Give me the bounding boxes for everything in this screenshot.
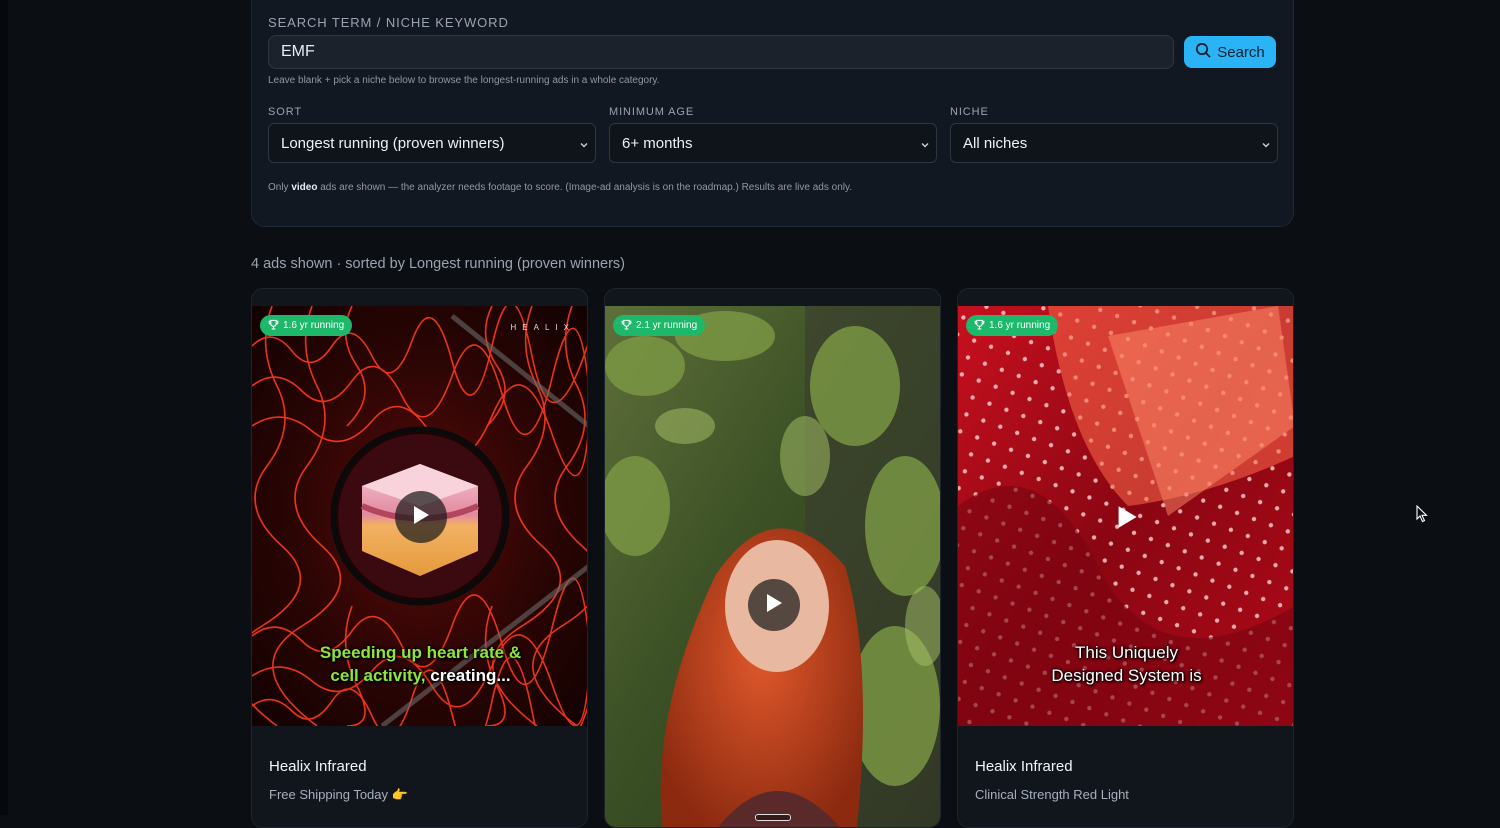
caption-line-2: Designed System is	[1051, 666, 1202, 685]
chevron-down-icon	[579, 137, 589, 154]
running-duration-badge: 2.1 yr running	[613, 315, 706, 336]
caption-line-2-highlight: cell activity,	[330, 666, 426, 685]
niche-label: NICHE	[950, 106, 989, 118]
search-hint: Leave blank + pick a niche below to brow…	[268, 75, 660, 86]
badge-label: 1.6 yr running	[989, 320, 1051, 331]
search-button[interactable]: Search	[1184, 36, 1276, 68]
caption-line-1: Speeding up heart rate &	[319, 643, 522, 662]
video-caption: Speeding up heart rate & cell activity, …	[252, 641, 587, 687]
caption-line-1: This Uniquely	[1075, 643, 1178, 662]
search-button-label: Search	[1217, 43, 1265, 61]
niche-select[interactable]: All niches	[950, 123, 1278, 163]
running-duration-badge: 1.6 yr running	[966, 315, 1059, 336]
video-frame-art	[605, 306, 940, 827]
sort-select-value: Longest running (proven winners)	[281, 134, 505, 152]
ad-video-thumbnail[interactable]: 1.6 yr running This Uniquely Designed Sy…	[958, 306, 1293, 726]
ad-card[interactable]: 1.6 yr running HEALIX Speeding up heart …	[251, 288, 588, 828]
ad-video-thumbnail[interactable]: 1.6 yr running HEALIX Speeding up heart …	[252, 306, 587, 726]
mouse-cursor-icon	[1416, 504, 1428, 528]
sort-label: SORT	[268, 106, 302, 118]
play-button[interactable]	[395, 491, 447, 543]
play-icon	[765, 593, 783, 618]
search-label: SEARCH TERM / NICHE KEYWORD	[268, 15, 509, 30]
ad-headline: Free Shipping Today 👉	[269, 787, 408, 802]
results-summary: 4 ads shown · sorted by Longest running …	[251, 256, 625, 272]
sort-select[interactable]: Longest running (proven winners)	[268, 123, 596, 163]
note-suffix: ads are shown — the analyzer needs foota…	[317, 182, 853, 193]
video-only-note: Only video ads are shown — the analyzer …	[268, 182, 852, 193]
chevron-down-icon	[1261, 137, 1271, 154]
ad-video-thumbnail[interactable]: 2.1 yr running	[605, 306, 940, 827]
window-edge	[0, 0, 8, 815]
trophy-icon	[621, 319, 632, 333]
min-age-label: MINIMUM AGE	[609, 106, 695, 118]
note-prefix: Only	[268, 182, 292, 193]
badge-label: 1.6 yr running	[283, 320, 345, 331]
running-duration-badge: 1.6 yr running	[260, 315, 353, 336]
search-input[interactable]	[268, 35, 1174, 69]
ad-headline: Clinical Strength Red Light	[975, 787, 1129, 802]
video-caption: This Uniquely Designed System is	[958, 641, 1293, 687]
chevron-down-icon	[920, 137, 930, 154]
search-icon	[1195, 42, 1211, 62]
ad-card[interactable]: 1.6 yr running This Uniquely Designed Sy…	[957, 288, 1294, 828]
min-age-select-value: 6+ months	[622, 134, 693, 152]
brand-logo-watermark: HEALIX	[510, 323, 575, 332]
trophy-icon	[268, 319, 279, 333]
min-age-select[interactable]: 6+ months	[609, 123, 937, 163]
play-button[interactable]	[1116, 505, 1138, 534]
niche-select-value: All niches	[963, 134, 1028, 152]
ad-card[interactable]: 2.1 yr running	[604, 288, 941, 828]
play-icon	[1116, 506, 1138, 533]
badge-label: 2.1 yr running	[636, 320, 698, 331]
advertiser-name: Healix Infrared	[975, 758, 1073, 775]
video-progress-handle[interactable]	[755, 814, 791, 821]
note-bold: video	[291, 182, 318, 193]
play-icon	[412, 505, 430, 530]
advertiser-name: Healix Infrared	[269, 758, 367, 775]
play-button[interactable]	[748, 579, 800, 631]
trophy-icon	[974, 319, 985, 333]
caption-line-2-rest: creating...	[425, 666, 511, 685]
